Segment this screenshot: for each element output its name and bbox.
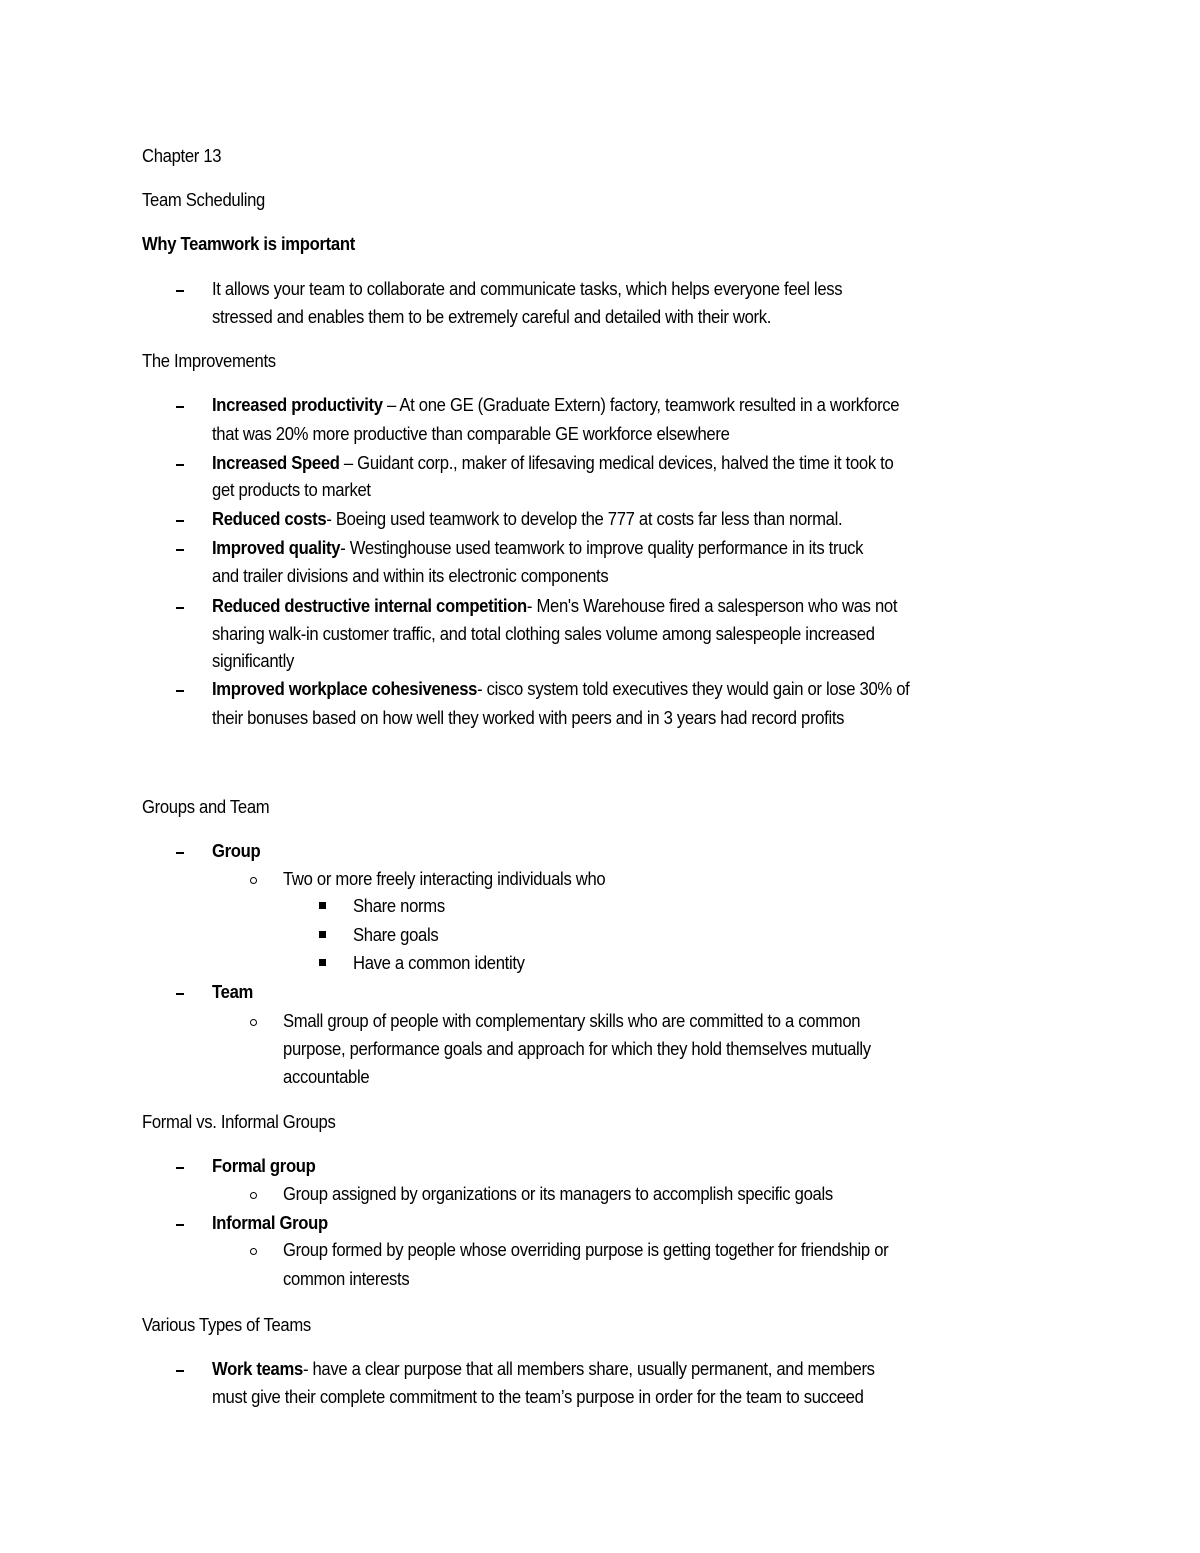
group-trait: Have a common identity <box>353 952 525 973</box>
list-item-line: significantly <box>212 650 294 671</box>
list-item-line: their bonuses based on how well they wor… <box>212 707 845 728</box>
improvement-text: – At one GE (Graduate Extern) factory, t… <box>382 394 900 415</box>
dash-bullet-icon <box>176 1224 184 1226</box>
list-item-line: sharing walk-in customer traffic, and to… <box>212 623 875 644</box>
improvement-term: Reduced costs <box>212 508 327 529</box>
improvement-text: - Boeing used teamwork to develop the 77… <box>326 508 843 529</box>
formal-group-definition: Group assigned by organizations or its m… <box>283 1183 833 1204</box>
formal-group-term: Formal group <box>212 1155 316 1176</box>
dash-bullet-icon <box>176 1167 184 1169</box>
improvement-text: - Westinghouse used teamwork to improve … <box>340 537 864 558</box>
team-term: Team <box>212 981 254 1002</box>
section-heading-improvements: The Improvements <box>142 350 276 371</box>
list-item-line: stressed and enables them to be extremel… <box>212 306 772 327</box>
document-subtitle: Team Scheduling <box>142 189 266 210</box>
square-bullet-icon <box>319 931 326 938</box>
list-item: Increased Speed – Guidant corp., maker o… <box>212 452 894 473</box>
dash-bullet-icon <box>176 464 184 466</box>
section-heading-formal-vs-informal: Formal vs. Informal Groups <box>142 1111 336 1132</box>
improvement-term: Reduced destructive internal competition <box>212 595 527 616</box>
team-definition-line: accountable <box>283 1066 370 1087</box>
improvement-term: Improved quality <box>212 537 341 558</box>
dash-bullet-icon <box>176 690 184 692</box>
informal-group-definition-line: Group formed by people whose overriding … <box>283 1239 889 1260</box>
dash-bullet-icon <box>176 520 184 522</box>
group-trait: Share norms <box>353 895 445 916</box>
dash-bullet-icon <box>176 406 184 408</box>
list-item: Work teams- have a clear purpose that al… <box>212 1358 875 1379</box>
list-item: Increased productivity – At one GE (Grad… <box>212 394 900 415</box>
dash-bullet-icon <box>176 852 184 854</box>
dash-bullet-icon <box>176 290 184 292</box>
informal-group-term: Informal Group <box>212 1212 328 1233</box>
list-item-line: It allows your team to collaborate and c… <box>212 278 843 299</box>
list-item-line: get products to market <box>212 479 371 500</box>
team-definition-line: purpose, performance goals and approach … <box>283 1038 871 1059</box>
document-page: Chapter 13 Team Scheduling Why Teamwork … <box>0 0 1200 1553</box>
section-heading-why-teamwork: Why Teamwork is important <box>142 233 355 254</box>
circle-bullet-icon <box>250 1019 257 1026</box>
list-item-line: must give their complete commitment to t… <box>212 1386 864 1407</box>
improvement-term: Improved workplace cohesiveness <box>212 678 478 699</box>
section-heading-team-types: Various Types of Teams <box>142 1314 311 1335</box>
team-type-text: - have a clear purpose that all members … <box>302 1358 875 1379</box>
circle-bullet-icon <box>250 1248 257 1255</box>
group-definition: Two or more freely interacting individua… <box>283 868 606 889</box>
list-item: Improved quality- Westinghouse used team… <box>212 537 864 558</box>
dash-bullet-icon <box>176 993 184 995</box>
square-bullet-icon <box>319 959 326 966</box>
list-item-line: that was 20% more productive than compar… <box>212 423 730 444</box>
list-item: Reduced destructive internal competition… <box>212 595 898 616</box>
list-item: Improved workplace cohesiveness- cisco s… <box>212 678 910 699</box>
circle-bullet-icon <box>250 877 257 884</box>
dash-bullet-icon <box>176 1370 184 1372</box>
improvement-text: - cisco system told executives they woul… <box>477 678 910 699</box>
improvement-text: – Guidant corp., maker of lifesaving med… <box>339 452 894 473</box>
section-heading-groups-and-team: Groups and Team <box>142 796 270 817</box>
informal-group-definition-line: common interests <box>283 1268 410 1289</box>
square-bullet-icon <box>319 902 326 909</box>
list-item: Reduced costs- Boeing used teamwork to d… <box>212 508 843 529</box>
group-term: Group <box>212 840 261 861</box>
improvement-term: Increased Speed <box>212 452 340 473</box>
improvement-text: - Men's Warehouse fired a salesperson wh… <box>526 595 898 616</box>
dash-bullet-icon <box>176 549 184 551</box>
team-definition-line: Small group of people with complementary… <box>283 1010 861 1031</box>
team-type-term: Work teams <box>212 1358 303 1379</box>
group-trait: Share goals <box>353 924 439 945</box>
improvement-term: Increased productivity <box>212 394 383 415</box>
list-item-line: and trailer divisions and within its ele… <box>212 565 609 586</box>
circle-bullet-icon <box>250 1192 257 1199</box>
chapter-title: Chapter 13 <box>142 145 222 166</box>
dash-bullet-icon <box>176 607 184 609</box>
